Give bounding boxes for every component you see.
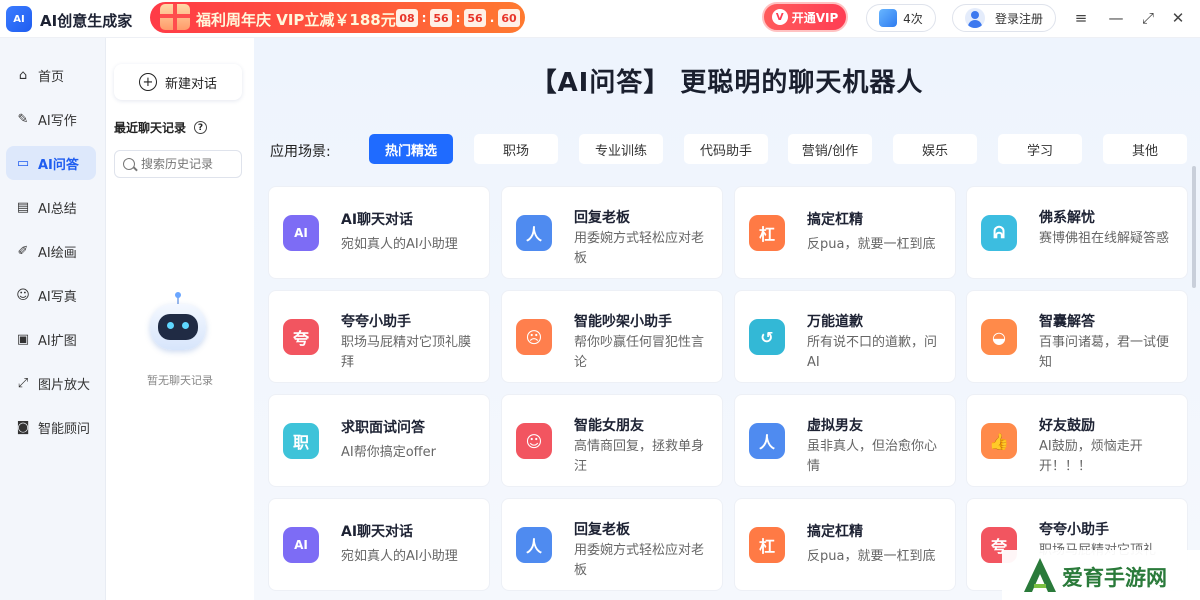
promo-countdown: 08 : 56 : 56 . 60 (396, 9, 520, 27)
recent-chats-title: 最近聊天记录 ? (114, 119, 208, 136)
help-icon[interactable]: ? (194, 121, 208, 134)
login-register-label: 登录注册 (994, 11, 1043, 26)
scene-card[interactable]: AI AI聊天对话 宛如真人的AI小助理 (268, 498, 490, 591)
maximize-icon[interactable]: ⤢ (1138, 8, 1158, 28)
main-content: 【AI问答】 更聪明的聊天机器人 应用场景: 热门精选 职场 专业训练 代码助手… (254, 38, 1200, 600)
promo-text: 福利周年庆 VIP立减￥188元 (196, 11, 396, 29)
scene-card[interactable]: 杠 搞定杠精 反pua，就要一杠到底 (734, 186, 956, 279)
watermark: 爱育手游网 (1002, 550, 1200, 600)
category-tab-marketing[interactable]: 营销/创作 (788, 134, 872, 164)
promo-banner[interactable]: 福利周年庆 VIP立减￥188元 08 : 56 : 56 . 60 (150, 2, 525, 33)
document-icon: ▤ (16, 199, 30, 215)
plus-icon: + (138, 73, 157, 91)
cube-icon (879, 9, 898, 27)
girlfriend-icon: ☺ (516, 423, 552, 459)
countdown-days: 08 (396, 9, 418, 27)
history-search[interactable] (114, 150, 242, 178)
home-icon: ⌂ (18, 67, 28, 83)
scene-card[interactable]: ᕱ 佛系解忧 赛博佛祖在线解疑答惑 (966, 186, 1188, 279)
interview-icon: 职 (283, 423, 319, 459)
buddha-icon: ᕱ (981, 215, 1017, 251)
scene-card[interactable]: ↺ 万能道歉 所有说不口的道歉，问AI (734, 290, 956, 383)
search-icon (123, 158, 135, 170)
usage-count-label: 4次 (903, 11, 923, 26)
category-tab-training[interactable]: 专业训练 (579, 134, 663, 164)
category-tab-study[interactable]: 学习 (998, 134, 1082, 164)
scene-card[interactable]: ☹ 智能吵架小助手 帮你吵赢任何冒犯性言论 (501, 290, 723, 383)
category-tab-entertainment[interactable]: 娱乐 (893, 134, 977, 164)
scene-card[interactable]: 人 回复老板 用委婉方式轻松应对老板 (501, 498, 723, 591)
minimize-icon[interactable]: — (1106, 8, 1126, 28)
empty-history-text: 暂无聊天记录 (147, 374, 213, 387)
nav-item-ai-writing[interactable]: ✎ AI写作 (6, 102, 96, 136)
brush-icon: ✐ (17, 243, 29, 259)
history-panel: + 新建对话 最近聊天记录 ? 暂无聊天记录 (106, 38, 254, 600)
app-logo-icon: AI (6, 6, 32, 32)
category-tab-code[interactable]: 代码助手 (684, 134, 768, 164)
scene-card[interactable]: 杠 搞定杠精 反pua，就要一杠到底 (734, 498, 956, 591)
robot-icon: ◙ (16, 419, 30, 435)
close-icon[interactable]: ✕ (1168, 8, 1188, 28)
boss-icon: 人 (516, 215, 552, 251)
nav-item-ai-painting[interactable]: ✐ AI绘画 (6, 234, 96, 268)
advisor-icon: ◒ (981, 319, 1017, 355)
scrollbar[interactable] (1192, 166, 1196, 288)
usage-count-button[interactable]: 4次 (866, 4, 936, 32)
nav-item-ai-portrait[interactable]: ☺ AI写真 (6, 278, 96, 312)
gift-icon (160, 4, 190, 30)
login-register-button[interactable]: 登录注册 (952, 4, 1056, 32)
left-nav: ⌂ 首页 ✎ AI写作 ▭ AI问答 ▤ AI总结 ✐ AI绘画 ☺ AI写真 … (0, 38, 106, 600)
countdown-seconds: 60 (498, 9, 520, 27)
scene-card[interactable]: 夸 夸夸小助手 职场马屁精对它顶礼膜拜 (268, 290, 490, 383)
ai-chat-icon: AI (283, 215, 319, 251)
scene-label: 应用场景: (270, 144, 331, 160)
nav-item-smart-advisor[interactable]: ◙ 智能顾问 (6, 410, 96, 444)
avatar-icon (964, 8, 985, 28)
bar-icon: 杠 (749, 215, 785, 251)
title-bar: AI AI创意生成家 福利周年庆 VIP立减￥188元 08 : 56 : 56… (0, 0, 1200, 38)
scene-card[interactable]: 人 虚拟男友 虽非真人，但治愈你心情 (734, 394, 956, 487)
open-vip-button[interactable]: V 开通VIP (762, 2, 848, 32)
category-tab-hot[interactable]: 热门精选 (369, 134, 453, 164)
category-tab-other[interactable]: 其他 (1103, 134, 1187, 164)
vip-icon: V (771, 9, 788, 25)
chat-icon: ▭ (16, 155, 30, 171)
praise-icon: 夸 (283, 319, 319, 355)
scene-card[interactable]: 职 求职面试问答 AI帮你搞定offer (268, 394, 490, 487)
pen-icon: ✎ (17, 111, 29, 127)
nav-item-ai-expand[interactable]: ▣ AI扩图 (6, 322, 96, 356)
nav-item-home[interactable]: ⌂ 首页 (6, 58, 96, 92)
ai-chat-icon: AI (283, 527, 319, 563)
scene-card[interactable]: ◒ 智囊解答 百事问诸葛，君一试便知 (966, 290, 1188, 383)
nav-item-ai-qa[interactable]: ▭ AI问答 (6, 146, 96, 180)
watermark-logo-icon (1024, 558, 1056, 592)
history-search-input[interactable] (141, 157, 235, 171)
watermark-text: 爱育手游网 (1062, 566, 1167, 590)
expand-image-icon: ▣ (16, 331, 30, 347)
open-vip-label: 开通VIP (791, 10, 839, 25)
category-tab-workplace[interactable]: 职场 (474, 134, 558, 164)
empty-robot-icon (146, 292, 210, 358)
new-chat-button[interactable]: + 新建对话 (114, 64, 242, 100)
thumbs-up-icon: 👍 (981, 423, 1017, 459)
apology-icon: ↺ (749, 319, 785, 355)
scene-card[interactable]: ☺ 智能女朋友 高情商回复，拯救单身汪 (501, 394, 723, 487)
page-title: 【AI问答】 更聪明的聊天机器人 (530, 68, 924, 98)
bar-icon: 杠 (749, 527, 785, 563)
countdown-minutes: 56 (464, 9, 486, 27)
scene-card[interactable]: 人 回复老板 用委婉方式轻松应对老板 (501, 186, 723, 279)
portrait-icon: ☺ (16, 287, 30, 303)
zoom-image-icon: ⤢ (17, 375, 29, 391)
boyfriend-icon: 人 (749, 423, 785, 459)
scene-card[interactable]: 👍 好友鼓励 AI鼓励，烦恼走开开！！！ (966, 394, 1188, 487)
countdown-hours: 56 (430, 9, 452, 27)
nav-item-image-upscale[interactable]: ⤢ 图片放大 (6, 366, 96, 400)
menu-icon[interactable]: ≡ (1071, 8, 1091, 28)
angry-face-icon: ☹ (516, 319, 552, 355)
boss-icon: 人 (516, 527, 552, 563)
scene-card[interactable]: AI AI聊天对话 宛如真人的AI小助理 (268, 186, 490, 279)
app-title: AI创意生成家 (40, 12, 133, 30)
nav-item-ai-summary[interactable]: ▤ AI总结 (6, 190, 96, 224)
